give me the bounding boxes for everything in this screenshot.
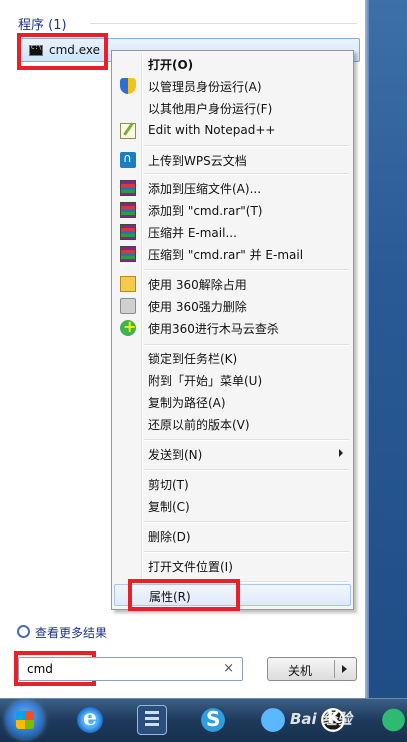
menu-item-compress-email[interactable]: 压缩并 E-mail... <box>114 221 351 243</box>
menu-item-label: 打开文件位置(I) <box>148 560 233 574</box>
annotation-box-properties <box>128 579 240 611</box>
shutdown-button[interactable]: 关机 <box>267 657 357 681</box>
baidu-watermark: Bai 经验 <box>290 710 352 728</box>
360-scan-icon <box>120 317 136 336</box>
notepad-plus-plus-icon <box>120 123 136 139</box>
winrar-icon <box>120 180 136 196</box>
winrar-icon <box>120 246 136 262</box>
menu-item-label: 复制为路径(A) <box>148 396 226 410</box>
menu-item-label: 添加到压缩文件(A)... <box>148 182 262 196</box>
menu-separator <box>144 551 349 553</box>
menu-item-cut[interactable]: 剪切(T) <box>114 473 351 495</box>
menu-separator <box>144 521 349 523</box>
menu-item-run-as-admin[interactable]: 以管理员身份运行(A) <box>114 75 351 97</box>
start-orb-icon[interactable] <box>6 701 44 739</box>
menu-item-label: 打开(O) <box>148 58 194 72</box>
uac-shield-icon <box>120 78 136 94</box>
menu-item-label: 以其他用户身份运行(F) <box>148 102 273 116</box>
menu-separator <box>144 145 349 147</box>
menu-item-label: 使用360进行木马云查杀 <box>148 322 279 336</box>
programs-section-header: 程序 (1) <box>18 18 67 33</box>
menu-item-label: 剪切(T) <box>148 478 189 492</box>
menu-item-add-to-archive[interactable]: 添加到压缩文件(A)... <box>114 177 351 199</box>
search-input-value: cmd <box>27 662 53 676</box>
menu-item-label: 锁定到任务栏(K) <box>148 352 238 366</box>
green-app-icon[interactable] <box>380 705 407 735</box>
menu-item-run-as-other-user[interactable]: 以其他用户身份运行(F) <box>114 97 351 119</box>
menu-item-open[interactable]: 打开(O) <box>114 53 351 75</box>
context-menu: 打开(O) 以管理员身份运行(A) 以其他用户身份运行(F) Edit with… <box>111 50 354 610</box>
menu-item-label: 还原以前的版本(V) <box>148 418 250 432</box>
media-film-icon[interactable] <box>137 705 167 735</box>
menu-item-restore-versions[interactable]: 还原以前的版本(V) <box>114 413 351 435</box>
menu-separator <box>144 469 349 471</box>
menu-item-label: 删除(D) <box>148 530 191 544</box>
winrar-icon <box>120 224 136 240</box>
menu-item-edit-notepadpp[interactable]: Edit with Notepad++ <box>114 120 351 142</box>
see-more-label: 查看更多结果 <box>35 626 108 640</box>
menu-item-label: 附到「开始」菜单(U) <box>148 374 263 388</box>
menu-item-label: 使用 360强力删除 <box>148 300 247 314</box>
menu-item-add-to-cmd-rar[interactable]: 添加到 "cmd.rar"(T) <box>114 199 351 221</box>
menu-item-label: 以管理员身份运行(A) <box>148 80 262 94</box>
menu-item-pin-start[interactable]: 附到「开始」菜单(U) <box>114 369 351 391</box>
shutdown-label: 关机 <box>288 664 313 678</box>
submenu-arrow-icon <box>339 449 343 457</box>
360-shred-icon <box>120 298 136 314</box>
menu-item-label: 复制(C) <box>148 500 190 514</box>
menu-item-label: 压缩并 E-mail... <box>148 226 237 240</box>
menu-item-open-file-location[interactable]: 打开文件位置(I) <box>114 555 351 577</box>
menu-item-label: 添加到 "cmd.rar"(T) <box>148 204 263 218</box>
menu-separator <box>144 439 349 441</box>
menu-item-label: 发送到(N) <box>148 448 203 462</box>
swift-browser-icon[interactable] <box>258 705 288 735</box>
menu-item-pin-taskbar[interactable]: 锁定到任务栏(K) <box>114 347 351 369</box>
wps-cloud-icon <box>120 151 136 168</box>
search-input[interactable]: cmd × <box>18 657 243 681</box>
shutdown-divider <box>334 660 335 678</box>
sogou-s-icon[interactable] <box>198 705 228 735</box>
start-menu-right-pane <box>365 0 407 698</box>
menu-item-send-to[interactable]: 发送到(N) <box>114 443 351 465</box>
section-divider <box>90 23 357 24</box>
menu-item-label: Edit with Notepad++ <box>148 123 276 137</box>
annotation-box-cmd <box>17 33 108 70</box>
menu-item-upload-wps[interactable]: 上传到WPS云文档 <box>114 149 351 171</box>
menu-item-label: 上传到WPS云文档 <box>148 154 247 168</box>
shutdown-options-arrow-icon[interactable] <box>342 665 347 673</box>
360-unlock-icon <box>120 276 136 292</box>
menu-item-360-shred[interactable]: 使用 360强力删除 <box>114 295 351 317</box>
see-more-results-link[interactable]: 查看更多结果 <box>17 624 107 641</box>
menu-item-360-trojan-scan[interactable]: 使用360进行木马云查杀 <box>114 317 351 339</box>
clear-search-icon[interactable]: × <box>223 661 234 676</box>
search-magnifier-icon <box>17 625 30 638</box>
menu-item-360-unlock[interactable]: 使用 360解除占用 <box>114 273 351 295</box>
menu-item-delete[interactable]: 删除(D) <box>114 525 351 547</box>
menu-item-copy[interactable]: 复制(C) <box>114 495 351 517</box>
menu-separator <box>144 269 349 271</box>
menu-separator <box>144 344 349 346</box>
internet-explorer-icon[interactable] <box>75 705 105 735</box>
menu-item-compress-to-rar-email[interactable]: 压缩到 "cmd.rar" 并 E-mail <box>114 243 351 265</box>
menu-item-copy-as-path[interactable]: 复制为路径(A) <box>114 391 351 413</box>
winrar-icon <box>120 202 136 218</box>
menu-item-label: 使用 360解除占用 <box>148 278 247 292</box>
menu-item-label: 压缩到 "cmd.rar" 并 E-mail <box>148 248 304 262</box>
menu-separator <box>144 173 349 175</box>
